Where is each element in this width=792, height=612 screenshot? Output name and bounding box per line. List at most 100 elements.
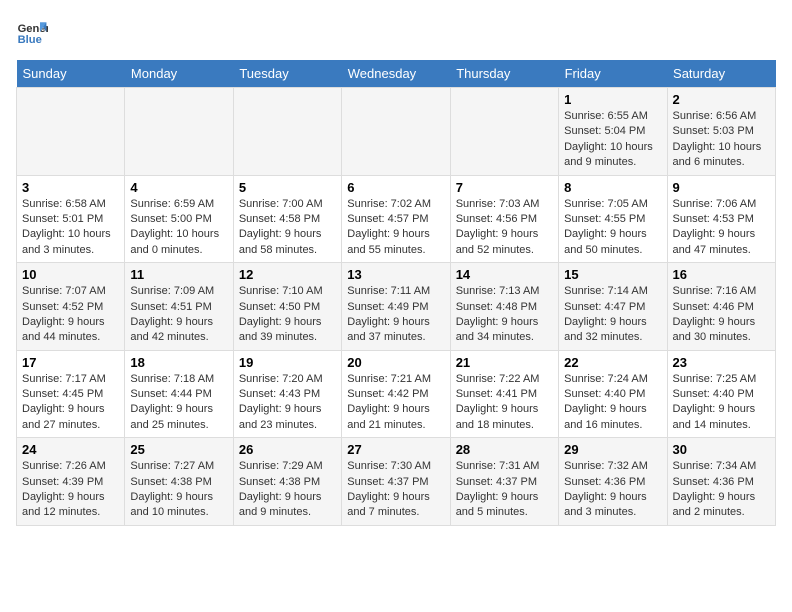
weekday-header-tuesday: Tuesday <box>233 60 341 88</box>
day-info: Sunrise: 7:21 AMSunset: 4:42 PMDaylight:… <box>347 372 444 434</box>
calendar-cell <box>125 88 233 176</box>
calendar-cell: 17Sunrise: 7:17 AMSunset: 4:45 PMDayligh… <box>17 350 125 438</box>
calendar-week-row: 10Sunrise: 7:07 AMSunset: 4:52 PMDayligh… <box>17 263 776 351</box>
weekday-header-sunday: Sunday <box>17 60 125 88</box>
day-info: Sunrise: 7:24 AMSunset: 4:40 PMDaylight:… <box>564 372 661 434</box>
day-info: Sunrise: 7:02 AMSunset: 4:57 PMDaylight:… <box>347 197 444 259</box>
weekday-header-saturday: Saturday <box>667 60 775 88</box>
calendar-cell: 9 Sunrise: 7:06 AMSunset: 4:53 PMDaylight… <box>667 175 775 263</box>
calendar-week-row: 1 Sunrise: 6:55 AMSunset: 5:04 PMDaylight… <box>17 88 776 176</box>
weekday-header-friday: Friday <box>559 60 667 88</box>
day-info: Sunrise: 7:20 AMSunset: 4:43 PMDaylight:… <box>239 372 336 434</box>
weekday-header-wednesday: Wednesday <box>342 60 450 88</box>
svg-text:Blue: Blue <box>18 34 42 46</box>
day-number: 26 <box>239 442 336 457</box>
calendar-cell <box>342 88 450 176</box>
day-info: Sunrise: 6:55 AMSunset: 5:04 PMDaylight:… <box>564 109 661 171</box>
day-info: Sunrise: 7:00 AMSunset: 4:58 PMDaylight:… <box>239 197 336 259</box>
day-number: 29 <box>564 442 661 457</box>
day-number: 6 <box>347 180 444 195</box>
day-info: Sunrise: 7:27 AMSunset: 4:38 PMDaylight:… <box>130 459 227 521</box>
day-number: 25 <box>130 442 227 457</box>
calendar-cell: 11Sunrise: 7:09 AMSunset: 4:51 PMDayligh… <box>125 263 233 351</box>
day-number: 11 <box>130 267 227 282</box>
day-number: 27 <box>347 442 444 457</box>
day-number: 28 <box>456 442 553 457</box>
calendar-cell: 25 Sunrise: 7:27 AMSunset: 4:38 PMDayligh… <box>125 438 233 526</box>
day-info: Sunrise: 7:25 AMSunset: 4:40 PMDaylight:… <box>673 372 770 434</box>
day-number: 12 <box>239 267 336 282</box>
calendar-week-row: 3 Sunrise: 6:58 AMSunset: 5:01 PMDaylight… <box>17 175 776 263</box>
calendar-cell: 1 Sunrise: 6:55 AMSunset: 5:04 PMDaylight… <box>559 88 667 176</box>
day-info: Sunrise: 7:14 AMSunset: 4:47 PMDaylight:… <box>564 284 661 346</box>
day-number: 2 <box>673 92 770 107</box>
calendar-cell: 19 Sunrise: 7:20 AMSunset: 4:43 PMDayligh… <box>233 350 341 438</box>
logo: General Blue <box>16 16 48 48</box>
day-info: Sunrise: 7:32 AMSunset: 4:36 PMDaylight:… <box>564 459 661 521</box>
day-number: 16 <box>673 267 770 282</box>
calendar-cell: 21 Sunrise: 7:22 AMSunset: 4:41 PMDayligh… <box>450 350 558 438</box>
calendar-cell: 18Sunrise: 7:18 AMSunset: 4:44 PMDayligh… <box>125 350 233 438</box>
day-number: 3 <box>22 180 119 195</box>
calendar-week-row: 17Sunrise: 7:17 AMSunset: 4:45 PMDayligh… <box>17 350 776 438</box>
day-number: 24 <box>22 442 119 457</box>
calendar-cell: 7 Sunrise: 7:03 AMSunset: 4:56 PMDaylight… <box>450 175 558 263</box>
day-info: Sunrise: 7:22 AMSunset: 4:41 PMDaylight:… <box>456 372 553 434</box>
calendar-cell: 3 Sunrise: 6:58 AMSunset: 5:01 PMDaylight… <box>17 175 125 263</box>
day-info: Sunrise: 6:59 AMSunset: 5:00 PMDaylight:… <box>130 197 227 259</box>
day-info: Sunrise: 7:17 AMSunset: 4:45 PMDaylight:… <box>22 372 119 434</box>
calendar-cell: 10Sunrise: 7:07 AMSunset: 4:52 PMDayligh… <box>17 263 125 351</box>
day-info: Sunrise: 7:31 AMSunset: 4:37 PMDaylight:… <box>456 459 553 521</box>
calendar-cell <box>17 88 125 176</box>
calendar-cell: 23 Sunrise: 7:25 AMSunset: 4:40 PMDayligh… <box>667 350 775 438</box>
day-number: 8 <box>564 180 661 195</box>
calendar-cell: 8 Sunrise: 7:05 AMSunset: 4:55 PMDaylight… <box>559 175 667 263</box>
day-number: 14 <box>456 267 553 282</box>
calendar-cell: 24Sunrise: 7:26 AMSunset: 4:39 PMDayligh… <box>17 438 125 526</box>
weekday-header-row: SundayMondayTuesdayWednesdayThursdayFrid… <box>17 60 776 88</box>
day-number: 10 <box>22 267 119 282</box>
header: General Blue <box>16 16 776 48</box>
day-info: Sunrise: 7:13 AMSunset: 4:48 PMDaylight:… <box>456 284 553 346</box>
calendar-cell: 6 Sunrise: 7:02 AMSunset: 4:57 PMDaylight… <box>342 175 450 263</box>
day-number: 30 <box>673 442 770 457</box>
day-number: 4 <box>130 180 227 195</box>
day-number: 21 <box>456 355 553 370</box>
calendar-cell: 27 Sunrise: 7:30 AMSunset: 4:37 PMDayligh… <box>342 438 450 526</box>
calendar-week-row: 24Sunrise: 7:26 AMSunset: 4:39 PMDayligh… <box>17 438 776 526</box>
day-number: 7 <box>456 180 553 195</box>
day-info: Sunrise: 7:11 AMSunset: 4:49 PMDaylight:… <box>347 284 444 346</box>
day-info: Sunrise: 7:03 AMSunset: 4:56 PMDaylight:… <box>456 197 553 259</box>
calendar-cell: 13 Sunrise: 7:11 AMSunset: 4:49 PMDayligh… <box>342 263 450 351</box>
day-number: 13 <box>347 267 444 282</box>
calendar-cell: 5 Sunrise: 7:00 AMSunset: 4:58 PMDaylight… <box>233 175 341 263</box>
weekday-header-thursday: Thursday <box>450 60 558 88</box>
calendar-cell: 15Sunrise: 7:14 AMSunset: 4:47 PMDayligh… <box>559 263 667 351</box>
day-info: Sunrise: 6:58 AMSunset: 5:01 PMDaylight:… <box>22 197 119 259</box>
day-info: Sunrise: 6:56 AMSunset: 5:03 PMDaylight:… <box>673 109 770 171</box>
calendar-cell: 22 Sunrise: 7:24 AMSunset: 4:40 PMDayligh… <box>559 350 667 438</box>
logo-icon: General Blue <box>16 16 48 48</box>
day-info: Sunrise: 7:30 AMSunset: 4:37 PMDaylight:… <box>347 459 444 521</box>
day-number: 20 <box>347 355 444 370</box>
day-info: Sunrise: 7:34 AMSunset: 4:36 PMDaylight:… <box>673 459 770 521</box>
calendar-cell <box>450 88 558 176</box>
calendar-cell: 2 Sunrise: 6:56 AMSunset: 5:03 PMDaylight… <box>667 88 775 176</box>
day-number: 5 <box>239 180 336 195</box>
weekday-header-monday: Monday <box>125 60 233 88</box>
day-number: 19 <box>239 355 336 370</box>
day-number: 9 <box>673 180 770 195</box>
calendar-cell: 26Sunrise: 7:29 AMSunset: 4:38 PMDayligh… <box>233 438 341 526</box>
day-number: 22 <box>564 355 661 370</box>
calendar-cell: 12 Sunrise: 7:10 AMSunset: 4:50 PMDayligh… <box>233 263 341 351</box>
day-info: Sunrise: 7:06 AMSunset: 4:53 PMDaylight:… <box>673 197 770 259</box>
calendar-cell <box>233 88 341 176</box>
calendar-cell: 16 Sunrise: 7:16 AMSunset: 4:46 PMDayligh… <box>667 263 775 351</box>
calendar-table: SundayMondayTuesdayWednesdayThursdayFrid… <box>16 60 776 526</box>
day-info: Sunrise: 7:16 AMSunset: 4:46 PMDaylight:… <box>673 284 770 346</box>
day-number: 1 <box>564 92 661 107</box>
day-number: 23 <box>673 355 770 370</box>
day-info: Sunrise: 7:10 AMSunset: 4:50 PMDaylight:… <box>239 284 336 346</box>
day-info: Sunrise: 7:05 AMSunset: 4:55 PMDaylight:… <box>564 197 661 259</box>
calendar-cell: 14 Sunrise: 7:13 AMSunset: 4:48 PMDayligh… <box>450 263 558 351</box>
